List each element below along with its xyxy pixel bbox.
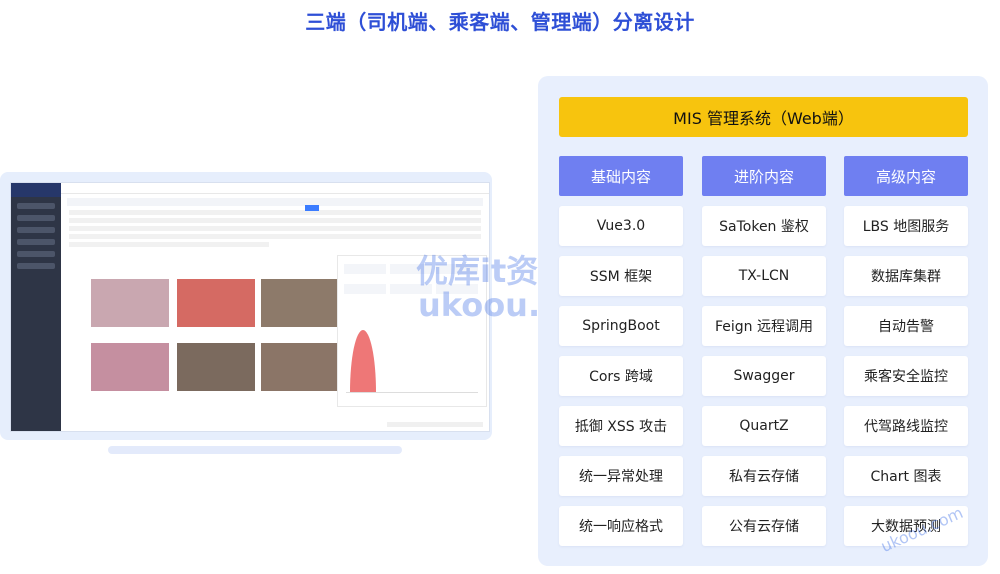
feature-item: Feign 远程调用 xyxy=(702,306,826,346)
feature-item: 私有云存储 xyxy=(702,456,826,496)
feature-item: 自动告警 xyxy=(844,306,968,346)
blurred-photo xyxy=(261,343,339,391)
feature-item: Cors 跨域 xyxy=(559,356,683,396)
mock-search-button xyxy=(305,205,319,211)
feature-item: 抵御 XSS 攻击 xyxy=(559,406,683,446)
screenshot-stand xyxy=(108,446,402,454)
feature-item: SpringBoot xyxy=(559,306,683,346)
feature-item: 统一异常处理 xyxy=(559,456,683,496)
feature-item: TX-LCN xyxy=(702,256,826,296)
feature-item: QuartZ xyxy=(702,406,826,446)
mis-header: MIS 管理系统（Web端） xyxy=(559,97,968,137)
feature-item: Chart 图表 xyxy=(844,456,968,496)
feature-item: Swagger xyxy=(702,356,826,396)
feature-item: 数据库集群 xyxy=(844,256,968,296)
mock-pagination xyxy=(387,422,483,427)
id-card-photo xyxy=(177,279,255,327)
column-heading-basic: 基础内容 xyxy=(559,156,683,196)
blurred-photo xyxy=(261,279,339,327)
mock-sidebar xyxy=(11,183,61,431)
feature-item: SaToken 鉴权 xyxy=(702,206,826,246)
feature-item: SSM 框架 xyxy=(559,256,683,296)
feature-item: 代驾路线监控 xyxy=(844,406,968,446)
blurred-photo xyxy=(177,343,255,391)
blurred-photo xyxy=(91,343,169,391)
page-title: 三端（司机端、乘客端、管理端）分离设计 xyxy=(305,10,695,34)
column-heading-expert: 高级内容 xyxy=(844,156,968,196)
feature-item: 公有云存储 xyxy=(702,506,826,546)
feature-item: Vue3.0 xyxy=(559,206,683,246)
column-heading-advanced: 进阶内容 xyxy=(702,156,826,196)
feature-item: 统一响应格式 xyxy=(559,506,683,546)
mock-chart-peak xyxy=(350,330,376,392)
feature-item: 乘客安全监控 xyxy=(844,356,968,396)
blurred-photo xyxy=(91,279,169,327)
feature-item: LBS 地图服务 xyxy=(844,206,968,246)
